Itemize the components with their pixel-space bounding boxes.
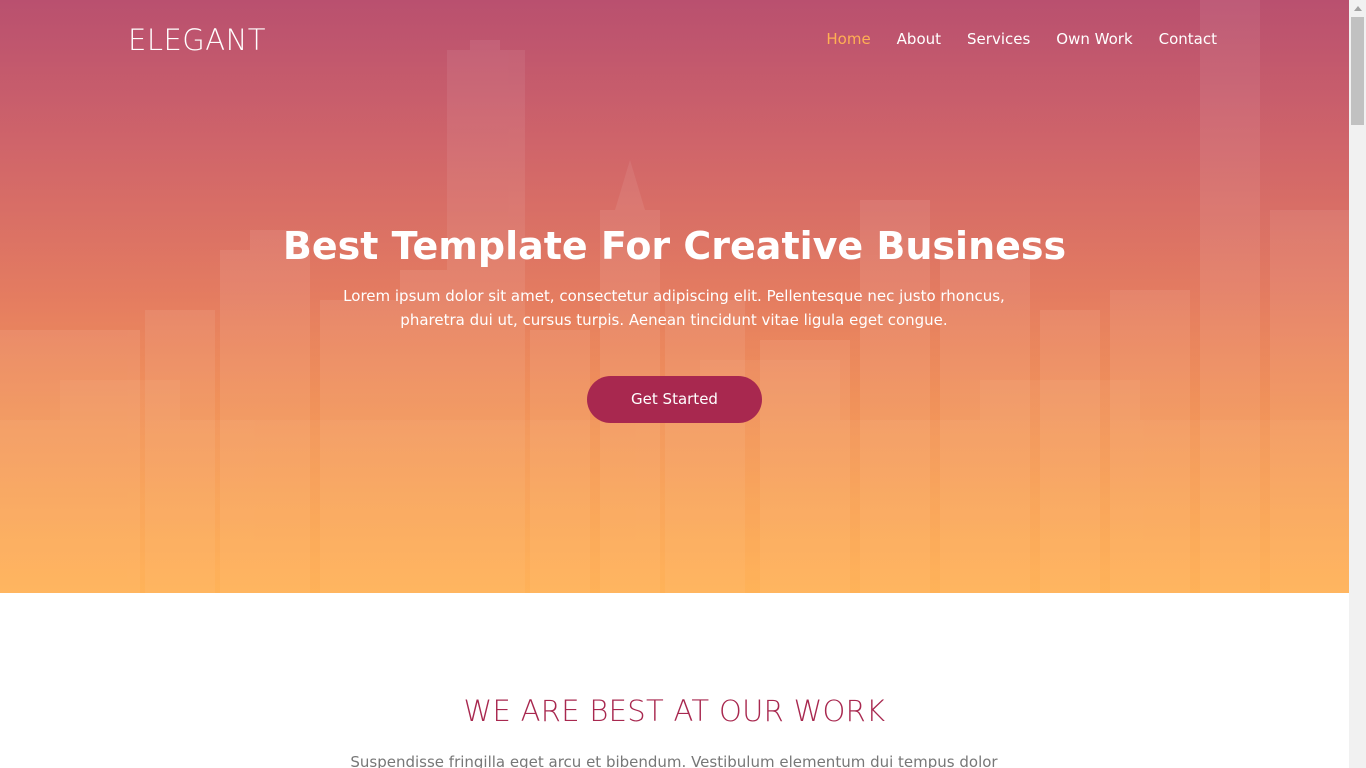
browser-viewport: ELEGANT Home About Services Own Work Con… [0, 0, 1366, 768]
nav-item-home[interactable]: Home [826, 28, 870, 50]
hero-section: ELEGANT Home About Services Own Work Con… [0, 0, 1349, 593]
section-description: Suspendisse fringilla eget arcu et biben… [350, 753, 998, 768]
vertical-scrollbar[interactable] [1349, 0, 1366, 768]
nav-item-services[interactable]: Services [967, 28, 1030, 50]
nav-item-about[interactable]: About [897, 28, 941, 50]
main-nav: Home About Services Own Work Contact [800, 28, 1217, 50]
scrollbar-thumb[interactable] [1351, 17, 1364, 125]
hero-title: Best Template For Creative Business [282, 224, 1067, 268]
nav-item-contact[interactable]: Contact [1159, 28, 1217, 50]
get-started-button[interactable]: Get Started [587, 376, 762, 423]
site-logo[interactable]: ELEGANT [128, 22, 266, 58]
scroll-up-arrow-icon[interactable] [1349, 0, 1366, 17]
section-title: WE ARE BEST AT OUR WORK [463, 694, 886, 728]
nav-item-own-work[interactable]: Own Work [1056, 28, 1132, 50]
page: ELEGANT Home About Services Own Work Con… [0, 0, 1349, 768]
hero-description: Lorem ipsum dolor sit amet, consectetur … [343, 287, 1005, 329]
